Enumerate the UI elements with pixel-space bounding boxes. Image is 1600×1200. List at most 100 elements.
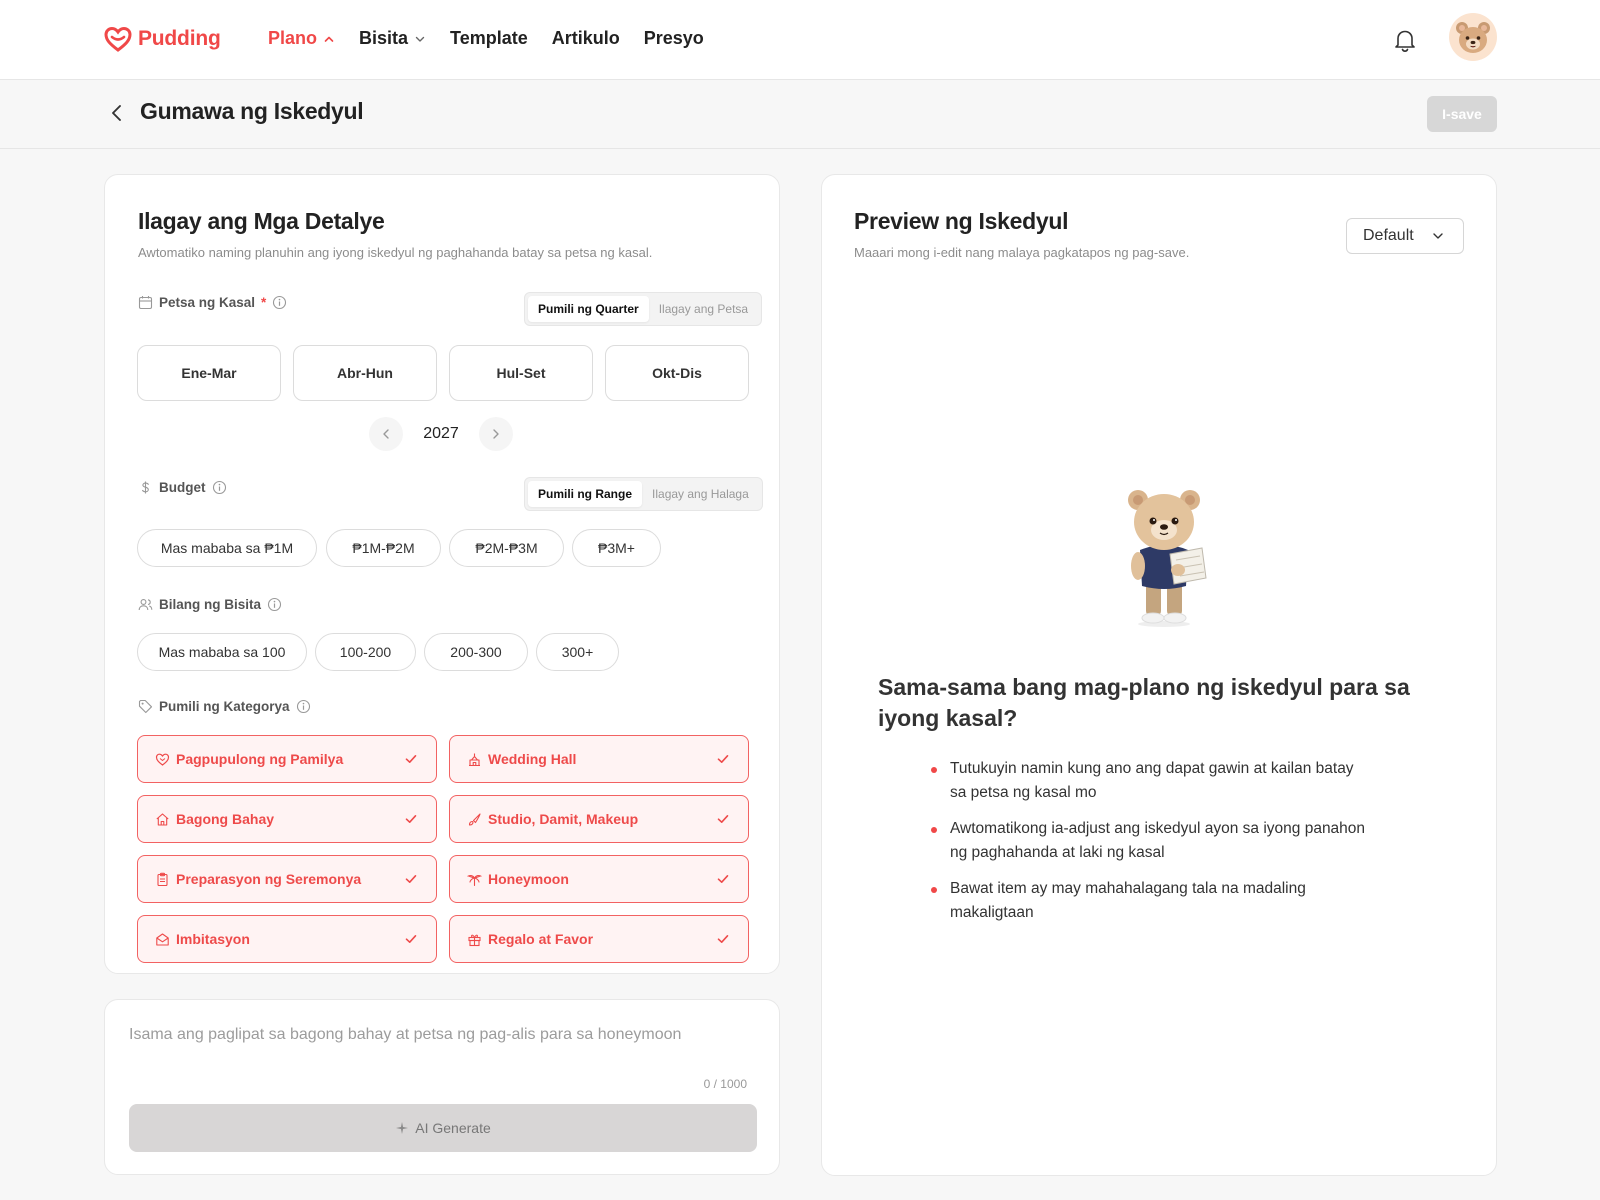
mode-select-range[interactable]: Pumili ng Range xyxy=(528,481,643,507)
promo-title: Sama-sama bang mag-plano ng iskedyul par… xyxy=(878,674,1410,731)
top-nav: Pudding Plano Bisita Template Artikulo P… xyxy=(0,0,1600,80)
category-option-new-home[interactable]: Bagong Bahay xyxy=(137,795,437,843)
brand-name: Pudding xyxy=(138,27,221,50)
house-icon xyxy=(156,812,169,826)
nav-item-label: Presyo xyxy=(643,28,704,48)
page-header: Gumawa ng Iskedyul I-save xyxy=(0,80,1600,149)
quarter-option[interactable]: Okt-Dis xyxy=(605,345,749,401)
nav-item-label: Bisita xyxy=(359,28,409,48)
nav-item-template[interactable]: Template xyxy=(450,28,528,49)
brush-icon xyxy=(468,812,481,826)
info-icon[interactable] xyxy=(296,699,311,714)
category-option-invitation[interactable]: Imbitasyon xyxy=(137,915,437,963)
category-option-label: Bagong Bahay xyxy=(176,811,275,827)
mode-enter-amount[interactable]: Ilagay ang Halaga xyxy=(642,481,759,507)
year-prev-button[interactable] xyxy=(369,417,403,451)
feature-list-item: Tutukuyin namin kung ano ang dapat gawin… xyxy=(931,757,1370,805)
wedding-date-text: Petsa ng Kasal xyxy=(159,295,256,310)
tag-icon xyxy=(138,699,153,714)
calendar-icon xyxy=(138,296,153,310)
category-option-family-meeting[interactable]: Pagpupulong ng Pamilya xyxy=(137,735,437,783)
notes-card: 0 / 1000 AI Generate xyxy=(104,999,780,1175)
budget-option[interactable]: ₱1M-₱2M xyxy=(326,529,441,567)
page-title: Gumawa ng Iskedyul xyxy=(140,98,364,124)
chevron-left-icon xyxy=(383,429,389,439)
mode-enter-date[interactable]: Ilagay ang Petsa xyxy=(649,296,758,322)
quarter-option[interactable]: Abr-Hun xyxy=(293,345,437,401)
category-text: Pumili ng Kategorya xyxy=(159,699,290,714)
budget-label: Budget xyxy=(138,480,227,495)
category-option-wedding-hall[interactable]: Wedding Hall xyxy=(449,735,749,783)
category-option-label: Pagpupulong ng Pamilya xyxy=(176,751,344,767)
year-selector: 2027 xyxy=(369,417,513,451)
details-subtitle: Awtomatiko naming planuhin ang iyong isk… xyxy=(138,245,653,260)
check-icon xyxy=(405,935,417,943)
guest-option[interactable]: 300+ xyxy=(536,633,619,671)
preview-card: Preview ng Iskedyul Maaari mong i-edit n… xyxy=(821,174,1497,1176)
category-option-studio-dress-makeup[interactable]: Studio, Damit, Makeup xyxy=(449,795,749,843)
brand-logo[interactable]: Pudding xyxy=(104,26,221,52)
character-counter: 0 / 1000 xyxy=(703,1077,747,1091)
year-next-button[interactable] xyxy=(479,417,513,451)
nav-item-label: Plano xyxy=(268,28,318,48)
category-option-honeymoon[interactable]: Honeymoon xyxy=(449,855,749,903)
back-arrow-icon[interactable] xyxy=(106,102,128,124)
category-option-label: Studio, Damit, Makeup xyxy=(488,811,639,827)
bell-icon[interactable] xyxy=(1391,26,1419,54)
quarter-option[interactable]: Ene-Mar xyxy=(137,345,281,401)
category-option-gift-favor[interactable]: Regalo at Favor xyxy=(449,915,749,963)
bear-mascot-illustration xyxy=(1128,490,1207,627)
bear-avatar-icon xyxy=(1456,22,1490,53)
preview-title: Preview ng Iskedyul xyxy=(854,208,1069,234)
category-option-label: Preparasyon ng Seremonya xyxy=(176,871,362,887)
category-option-label: Imbitasyon xyxy=(176,931,250,947)
template-select[interactable]: Default xyxy=(1346,218,1464,254)
category-option-label: Honeymoon xyxy=(488,871,569,887)
year-value: 2027 xyxy=(423,425,459,442)
chevron-right-icon xyxy=(493,429,499,439)
check-icon xyxy=(405,815,417,823)
check-icon xyxy=(405,875,417,883)
notes-input[interactable] xyxy=(129,1026,755,1086)
quarter-option[interactable]: Hul-Set xyxy=(449,345,593,401)
category-option-label: Wedding Hall xyxy=(488,751,577,767)
main-nav: Plano Bisita Template Artikulo Presyo xyxy=(268,28,704,49)
check-icon xyxy=(717,815,729,823)
nav-item-artikulo[interactable]: Artikulo xyxy=(552,28,620,49)
mode-select-quarter[interactable]: Pumili ng Quarter xyxy=(528,296,649,322)
date-mode-toggle: Pumili ng Quarter Ilagay ang Petsa xyxy=(524,292,763,326)
info-icon[interactable] xyxy=(267,597,282,612)
nav-item-plano[interactable]: Plano xyxy=(268,28,335,49)
info-icon[interactable] xyxy=(272,295,287,310)
check-icon xyxy=(717,875,729,883)
chevron-down-icon xyxy=(1433,233,1443,239)
budget-option[interactable]: ₱3M+ xyxy=(572,529,661,567)
info-icon[interactable] xyxy=(212,480,227,495)
budget-option[interactable]: Mas mababa sa ₱1M xyxy=(137,529,317,567)
chevron-down-icon xyxy=(415,36,425,42)
required-mark: * xyxy=(261,295,267,310)
guest-option[interactable]: 200-300 xyxy=(424,633,528,671)
category-option-ceremony-prep[interactable]: Preparasyon ng Seremonya xyxy=(137,855,437,903)
nav-item-bisita[interactable]: Bisita xyxy=(359,28,426,49)
guest-option[interactable]: 100-200 xyxy=(315,633,416,671)
hearts-icon xyxy=(155,753,170,766)
budget-option[interactable]: ₱2M-₱3M xyxy=(449,529,564,567)
ai-generate-button[interactable]: AI Generate xyxy=(129,1104,757,1152)
clipboard-icon xyxy=(157,872,168,886)
wedding-date-label: Petsa ng Kasal * xyxy=(138,295,287,310)
save-button[interactable]: I-save xyxy=(1427,96,1497,132)
check-icon xyxy=(717,935,729,943)
budget-text: Budget xyxy=(159,480,206,495)
nav-item-presyo[interactable]: Presyo xyxy=(644,28,704,49)
budget-mode-toggle: Pumili ng Range Ilagay ang Halaga xyxy=(524,477,763,511)
dollar-icon xyxy=(142,481,149,494)
guest-option[interactable]: Mas mababa sa 100 xyxy=(137,633,307,671)
heart-logo-icon xyxy=(104,26,132,52)
check-icon xyxy=(717,755,729,763)
avatar[interactable] xyxy=(1449,13,1497,61)
nav-item-label: Artikulo xyxy=(551,28,620,48)
gift-icon xyxy=(468,934,481,946)
details-card: Ilagay ang Mga Detalye Awtomatiko naming… xyxy=(104,174,780,974)
envelope-icon xyxy=(156,932,169,946)
